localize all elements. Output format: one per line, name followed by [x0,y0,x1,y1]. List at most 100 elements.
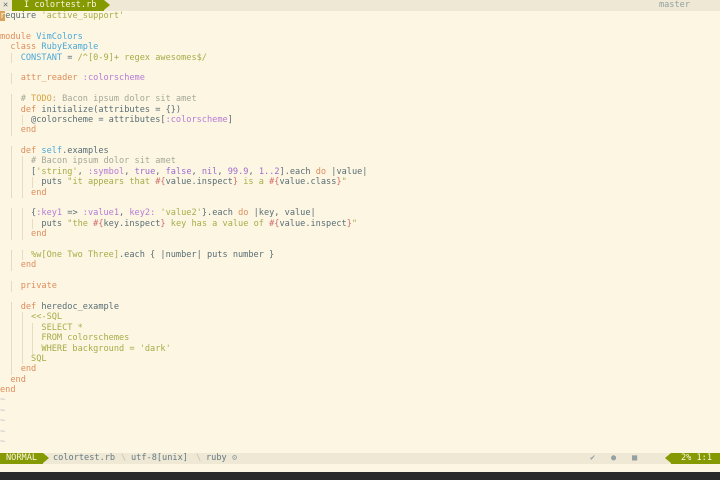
code-line[interactable]: FROM colorschemes [0,333,720,344]
code-line[interactable]: end [0,375,720,385]
indent-guide [11,52,13,63]
code-token: do [315,166,327,177]
close-tab-icon[interactable]: ✕ [3,0,8,11]
code-line[interactable] [0,136,720,146]
code-line[interactable]: WHERE background = 'dark' [0,343,720,354]
code-line[interactable]: CONSTANT = /^[0-9]+ regex awesomes$/ [0,52,720,63]
code-line[interactable]: ['string', :symbol, true, false, nil, 99… [0,166,720,178]
code-token: class [0,42,42,53]
code-token: ~ [0,416,6,427]
indent-guide [21,114,23,126]
code-line[interactable]: ~ [0,416,720,426]
code-token: ~ [0,405,6,416]
code-line[interactable]: ~ [0,437,720,447]
indent-guide [32,322,34,334]
code-line[interactable] [0,84,720,94]
code-line[interactable]: SQL [0,353,720,365]
code-token: end [0,229,47,240]
editor-buffer[interactable]: require 'active_support'module VimColors… [0,11,720,453]
code-token: key2: [129,208,156,219]
code-token: CONSTANT [0,52,63,63]
indent-guide [21,166,23,178]
code-token: value.inspect [165,177,233,188]
code-line[interactable]: end [0,187,720,199]
indent-guide [11,208,13,219]
dot-icon: ● [611,453,617,463]
code-line[interactable] [0,21,720,31]
code-line[interactable]: {:key1 => :value1, key2: 'value2'}.each … [0,208,720,219]
status-encoding: utf-8[unix] [131,453,188,463]
indent-guide [11,177,13,188]
indent-guide [21,353,23,365]
code-token: <<-SQL [0,312,63,323]
code-line[interactable]: def initialize(attributes = {}) [0,104,720,115]
code-token: #{ [93,218,104,229]
code-token: def [0,301,42,312]
code-token: def [0,104,42,115]
code-line[interactable]: require 'active_support' [0,11,720,21]
indent-guide [32,343,34,354]
code-line[interactable]: end [0,364,720,375]
code-token: :value1 [82,208,120,219]
code-line[interactable] [0,292,720,302]
code-token: |value| [326,166,368,177]
code-line[interactable]: end [0,229,720,240]
code-token: ~ [0,395,6,406]
code-token: = attributes[ [93,114,166,125]
indent-guide [21,312,23,323]
code-token: WHERE background = 'dark' [0,343,171,354]
code-line[interactable] [0,271,720,281]
code-token: , [155,166,166,177]
code-token: "the [67,218,94,229]
indent-guide [11,73,13,84]
code-line[interactable]: attr_reader :colorscheme [0,73,720,84]
code-line[interactable]: <<-SQL [0,312,720,323]
code-line[interactable]: def heredoc_example [0,301,720,313]
code-token: ~ [0,437,6,448]
indent-guide [11,114,13,126]
code-line[interactable]: # Bacon ipsum dolor sit amet [0,156,720,167]
indent-guide [11,322,13,334]
tab-colortest[interactable]: I colortest.rb [12,0,111,11]
code-token: .each { |number| puts number } [119,249,275,260]
command-line[interactable] [0,464,720,472]
code-line[interactable]: ~ [0,406,720,416]
code-line[interactable] [0,240,720,250]
code-line[interactable]: ~ [0,427,720,437]
code-line[interactable]: SELECT * [0,322,720,334]
code-token: .examples [62,146,109,157]
code-token: end [0,187,47,198]
separator-icon: \ [121,453,127,463]
code-token: SQL [0,353,47,364]
code-line[interactable]: def self.examples [0,146,720,157]
code-line[interactable]: end [0,125,720,136]
code-line[interactable]: end [0,385,720,395]
indent-guide [11,146,13,157]
code-line[interactable]: puts "it appears that #{value.inspect} i… [0,177,720,188]
code-token: def [0,146,42,157]
code-token: private [0,281,57,292]
code-line[interactable] [0,198,720,208]
code-token: value.inspect [279,218,347,229]
code-token: VimColors [36,31,83,42]
gear-icon: ⚙ [232,453,238,463]
code-line[interactable]: private [0,281,720,292]
code-line[interactable]: end [0,260,720,271]
code-token: 1..2 [258,166,280,177]
code-line[interactable]: # TODO: Bacon ipsum dolor sit amet [0,94,720,105]
code-token: :symbol [87,166,125,177]
indent-guide [21,218,23,230]
code-line[interactable]: class RubyExample [0,42,720,52]
code-token: #{ [269,218,280,229]
code-token: # [0,94,32,105]
code-line[interactable]: %w[One Two Three].each { |number| puts n… [0,249,720,261]
code-line[interactable]: puts "the #{key.inspect} key has a value… [0,218,720,230]
code-token: " [351,218,358,229]
indent-guide [21,333,23,344]
code-line[interactable]: module VimColors [0,32,720,42]
indent-guide [32,177,34,188]
code-line[interactable]: ~ [0,395,720,405]
code-line[interactable] [0,63,720,73]
code-line[interactable]: @colorscheme = attributes[:colorscheme] [0,114,720,126]
indent-guide [11,229,13,240]
